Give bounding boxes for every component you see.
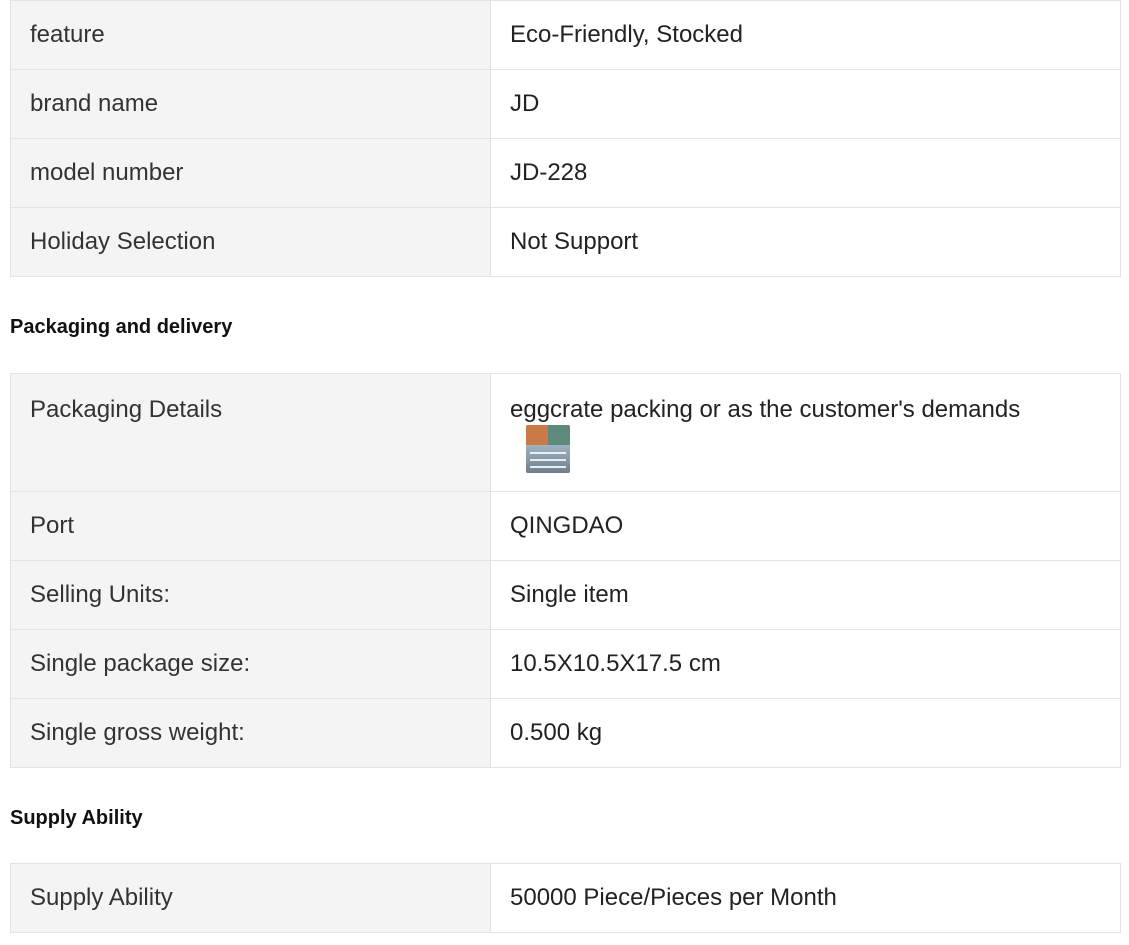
attributes-table: feature Eco-Friendly, Stocked brand name… <box>10 0 1121 277</box>
packaging-image-thumbnail[interactable] <box>526 425 570 473</box>
attribute-value: QINGDAO <box>490 491 1121 561</box>
attribute-key: model number <box>10 138 491 208</box>
attribute-key: Packaging Details <box>10 373 491 492</box>
packaging-table: Packaging Details eggcrate packing or as… <box>10 373 1121 768</box>
attribute-key: Holiday Selection <box>10 207 491 277</box>
attribute-key: Supply Ability <box>10 863 491 933</box>
attribute-value: eggcrate packing or as the customer's de… <box>510 396 1021 423</box>
attribute-value: JD <box>490 69 1121 139</box>
attribute-value: Eco-Friendly, Stocked <box>490 0 1121 70</box>
table-row: Holiday Selection Not Support <box>10 207 1121 277</box>
attribute-key: Single package size: <box>10 629 491 699</box>
attribute-value: 50000 Piece/Pieces per Month <box>490 863 1121 933</box>
section-title-packaging: Packaging and delivery <box>10 316 233 338</box>
table-row: Selling Units: Single item <box>10 560 1121 630</box>
table-row: Supply Ability 50000 Piece/Pieces per Mo… <box>10 863 1121 933</box>
attribute-key: Selling Units: <box>10 560 491 630</box>
attribute-value: 10.5X10.5X17.5 cm <box>490 629 1121 699</box>
table-row: feature Eco-Friendly, Stocked <box>10 0 1121 70</box>
attribute-value: Not Support <box>490 207 1121 277</box>
table-row: brand name JD <box>10 69 1121 139</box>
table-row: Single package size: 10.5X10.5X17.5 cm <box>10 629 1121 699</box>
attribute-key: Single gross weight: <box>10 698 491 768</box>
attribute-key: brand name <box>10 69 491 139</box>
attribute-value-cell: eggcrate packing or as the customer's de… <box>490 373 1121 492</box>
attribute-key: feature <box>10 0 491 70</box>
product-specs-page: feature Eco-Friendly, Stocked brand name… <box>0 0 1129 945</box>
attribute-key: Port <box>10 491 491 561</box>
table-row: Single gross weight: 0.500 kg <box>10 698 1121 768</box>
table-row: Port QINGDAO <box>10 491 1121 561</box>
attribute-value: Single item <box>490 560 1121 630</box>
table-row: model number JD-228 <box>10 138 1121 208</box>
supply-table: Supply Ability 50000 Piece/Pieces per Mo… <box>10 863 1121 933</box>
table-row: Packaging Details eggcrate packing or as… <box>10 373 1121 492</box>
section-title-supply: Supply Ability <box>10 807 143 829</box>
attribute-value: JD-228 <box>490 138 1121 208</box>
attribute-value: 0.500 kg <box>490 698 1121 768</box>
